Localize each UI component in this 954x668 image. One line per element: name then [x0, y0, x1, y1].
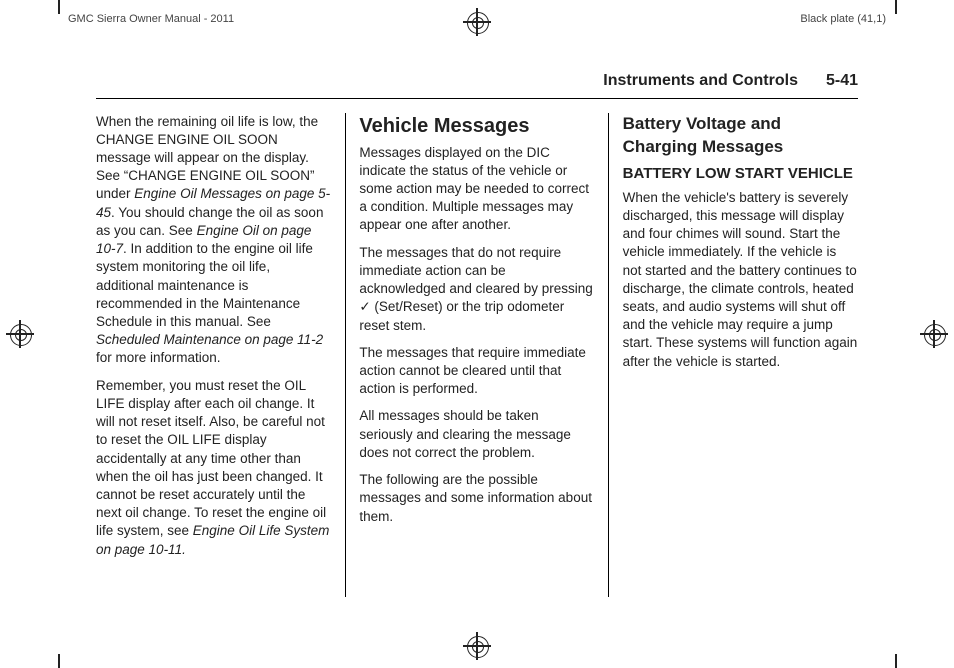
registration-mark-icon	[920, 320, 948, 348]
body-paragraph: The messages that require immediate acti…	[359, 344, 594, 399]
body-paragraph: When the remaining oil life is low, the …	[96, 113, 331, 368]
body-paragraph: Remember, you must reset the OIL LIFE di…	[96, 377, 331, 559]
heading-vehicle-messages: Vehicle Messages	[359, 113, 594, 140]
registration-mark-icon	[463, 8, 491, 36]
section-title: Instruments and Controls	[603, 70, 798, 92]
body-paragraph: The messages that do not require immedia…	[359, 244, 594, 335]
body-paragraph: Messages displayed on the DIC indicate t…	[359, 144, 594, 235]
page-number: 5-41	[826, 70, 858, 92]
body-text: (Set/Reset) or the trip odometer reset s…	[359, 299, 564, 332]
text-columns: When the remaining oil life is low, the …	[96, 113, 858, 597]
heading-battery-voltage: Battery Voltage and Charging Messages	[623, 113, 858, 159]
printer-right-label: Black plate (41,1)	[800, 12, 886, 27]
registration-mark-icon	[463, 632, 491, 660]
crop-tick-icon	[895, 0, 897, 14]
body-paragraph: The following are the possible messages …	[359, 471, 594, 526]
registration-mark-icon	[6, 320, 34, 348]
printer-left-label: GMC Sierra Owner Manual - 2011	[68, 12, 234, 27]
body-text: Remember, you must reset the OIL LIFE di…	[96, 378, 326, 539]
subheading-battery-low: BATTERY LOW START VEHICLE	[623, 164, 858, 184]
body-paragraph: When the vehicle's battery is severely d…	[623, 189, 858, 371]
running-head: Instruments and Controls 5-41	[96, 70, 858, 99]
crop-tick-icon	[58, 654, 60, 668]
crop-tick-icon	[58, 0, 60, 14]
cross-ref: Scheduled Maintenance on page 11-2	[96, 332, 323, 347]
body-text: The messages that do not require immedia…	[359, 245, 592, 296]
body-paragraph: All messages should be taken seriously a…	[359, 407, 594, 462]
check-icon: ✓	[359, 299, 370, 314]
body-text: . In addition to the engine oil life sys…	[96, 241, 313, 329]
page-body: Instruments and Controls 5-41 When the r…	[96, 70, 858, 598]
body-text: for more information.	[96, 350, 221, 365]
crop-tick-icon	[895, 654, 897, 668]
